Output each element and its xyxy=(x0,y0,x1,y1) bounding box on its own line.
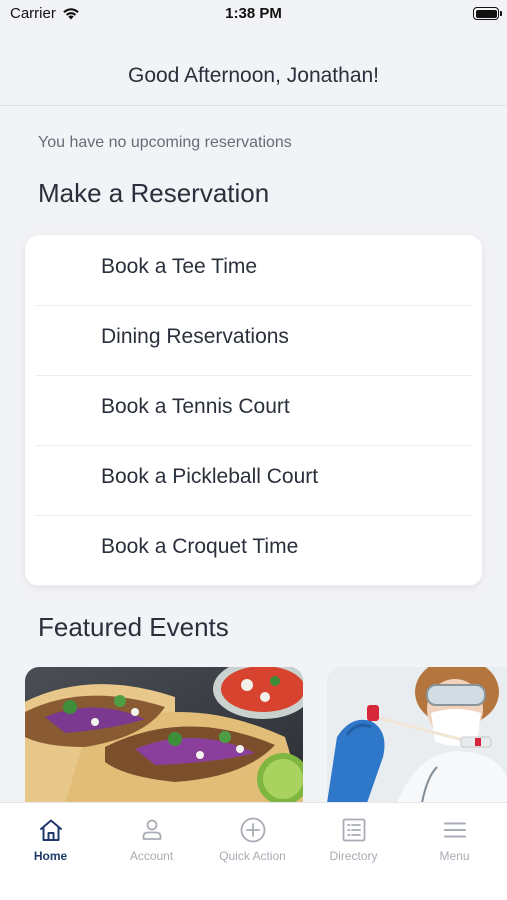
featured-event-card[interactable] xyxy=(25,667,303,803)
tab-label: Account xyxy=(129,849,174,863)
featured-events-heading: Featured Events xyxy=(38,612,229,642)
reservation-option-label: Book a Pickleball Court xyxy=(101,465,319,488)
tab-label: Menu xyxy=(439,849,470,863)
book-tee-time-item[interactable]: Book a Tee Time xyxy=(35,235,472,306)
battery-icon xyxy=(473,7,502,20)
tab-label: Quick Action xyxy=(219,849,286,863)
hamburger-icon xyxy=(443,822,466,838)
status-time: 1:38 PM xyxy=(225,5,282,22)
reservation-option-label: Dining Reservations xyxy=(101,325,289,348)
make-reservation-heading: Make a Reservation xyxy=(38,178,270,208)
reservation-option-label: Book a Croquet Time xyxy=(101,535,299,558)
tab-label: Home xyxy=(33,849,68,863)
tab-quick-action[interactable]: Quick Action xyxy=(202,817,303,863)
featured-event-card[interactable] xyxy=(327,667,507,803)
tacos-image xyxy=(25,667,303,803)
book-tennis-court-item[interactable]: Book a Tennis Court xyxy=(35,375,472,446)
home-icon xyxy=(39,819,62,841)
reservation-option-label: Book a Tee Time xyxy=(101,255,258,278)
book-croquet-time-item[interactable]: Book a Croquet Time xyxy=(35,515,472,586)
header: Good Afternoon, Jonathan! xyxy=(0,30,507,106)
dining-reservations-item[interactable]: Dining Reservations xyxy=(35,305,472,376)
status-bar: Carrier 1:38 PM xyxy=(0,0,507,30)
tab-directory[interactable]: Directory xyxy=(303,817,404,863)
tab-home[interactable]: Home xyxy=(0,817,101,863)
tab-label: Directory xyxy=(329,849,378,863)
tab-menu[interactable]: Menu xyxy=(404,817,505,863)
bottom-tab-bar: Home Account Quick Action Directory Menu xyxy=(0,802,507,900)
plus-circle-icon xyxy=(240,817,265,843)
lab-test-image xyxy=(327,667,507,803)
book-pickleball-court-item[interactable]: Book a Pickleball Court xyxy=(35,445,472,516)
tab-account[interactable]: Account xyxy=(101,817,202,863)
greeting-title: Good Afternoon, Jonathan! xyxy=(127,64,380,87)
person-icon xyxy=(142,819,161,840)
list-icon xyxy=(342,818,365,842)
reservation-option-label: Book a Tennis Court xyxy=(101,395,290,418)
reservation-options-card: Book a Tee Time Dining Reservations Book… xyxy=(25,235,482,586)
no-reservations-message: You have no upcoming reservations xyxy=(38,134,292,151)
